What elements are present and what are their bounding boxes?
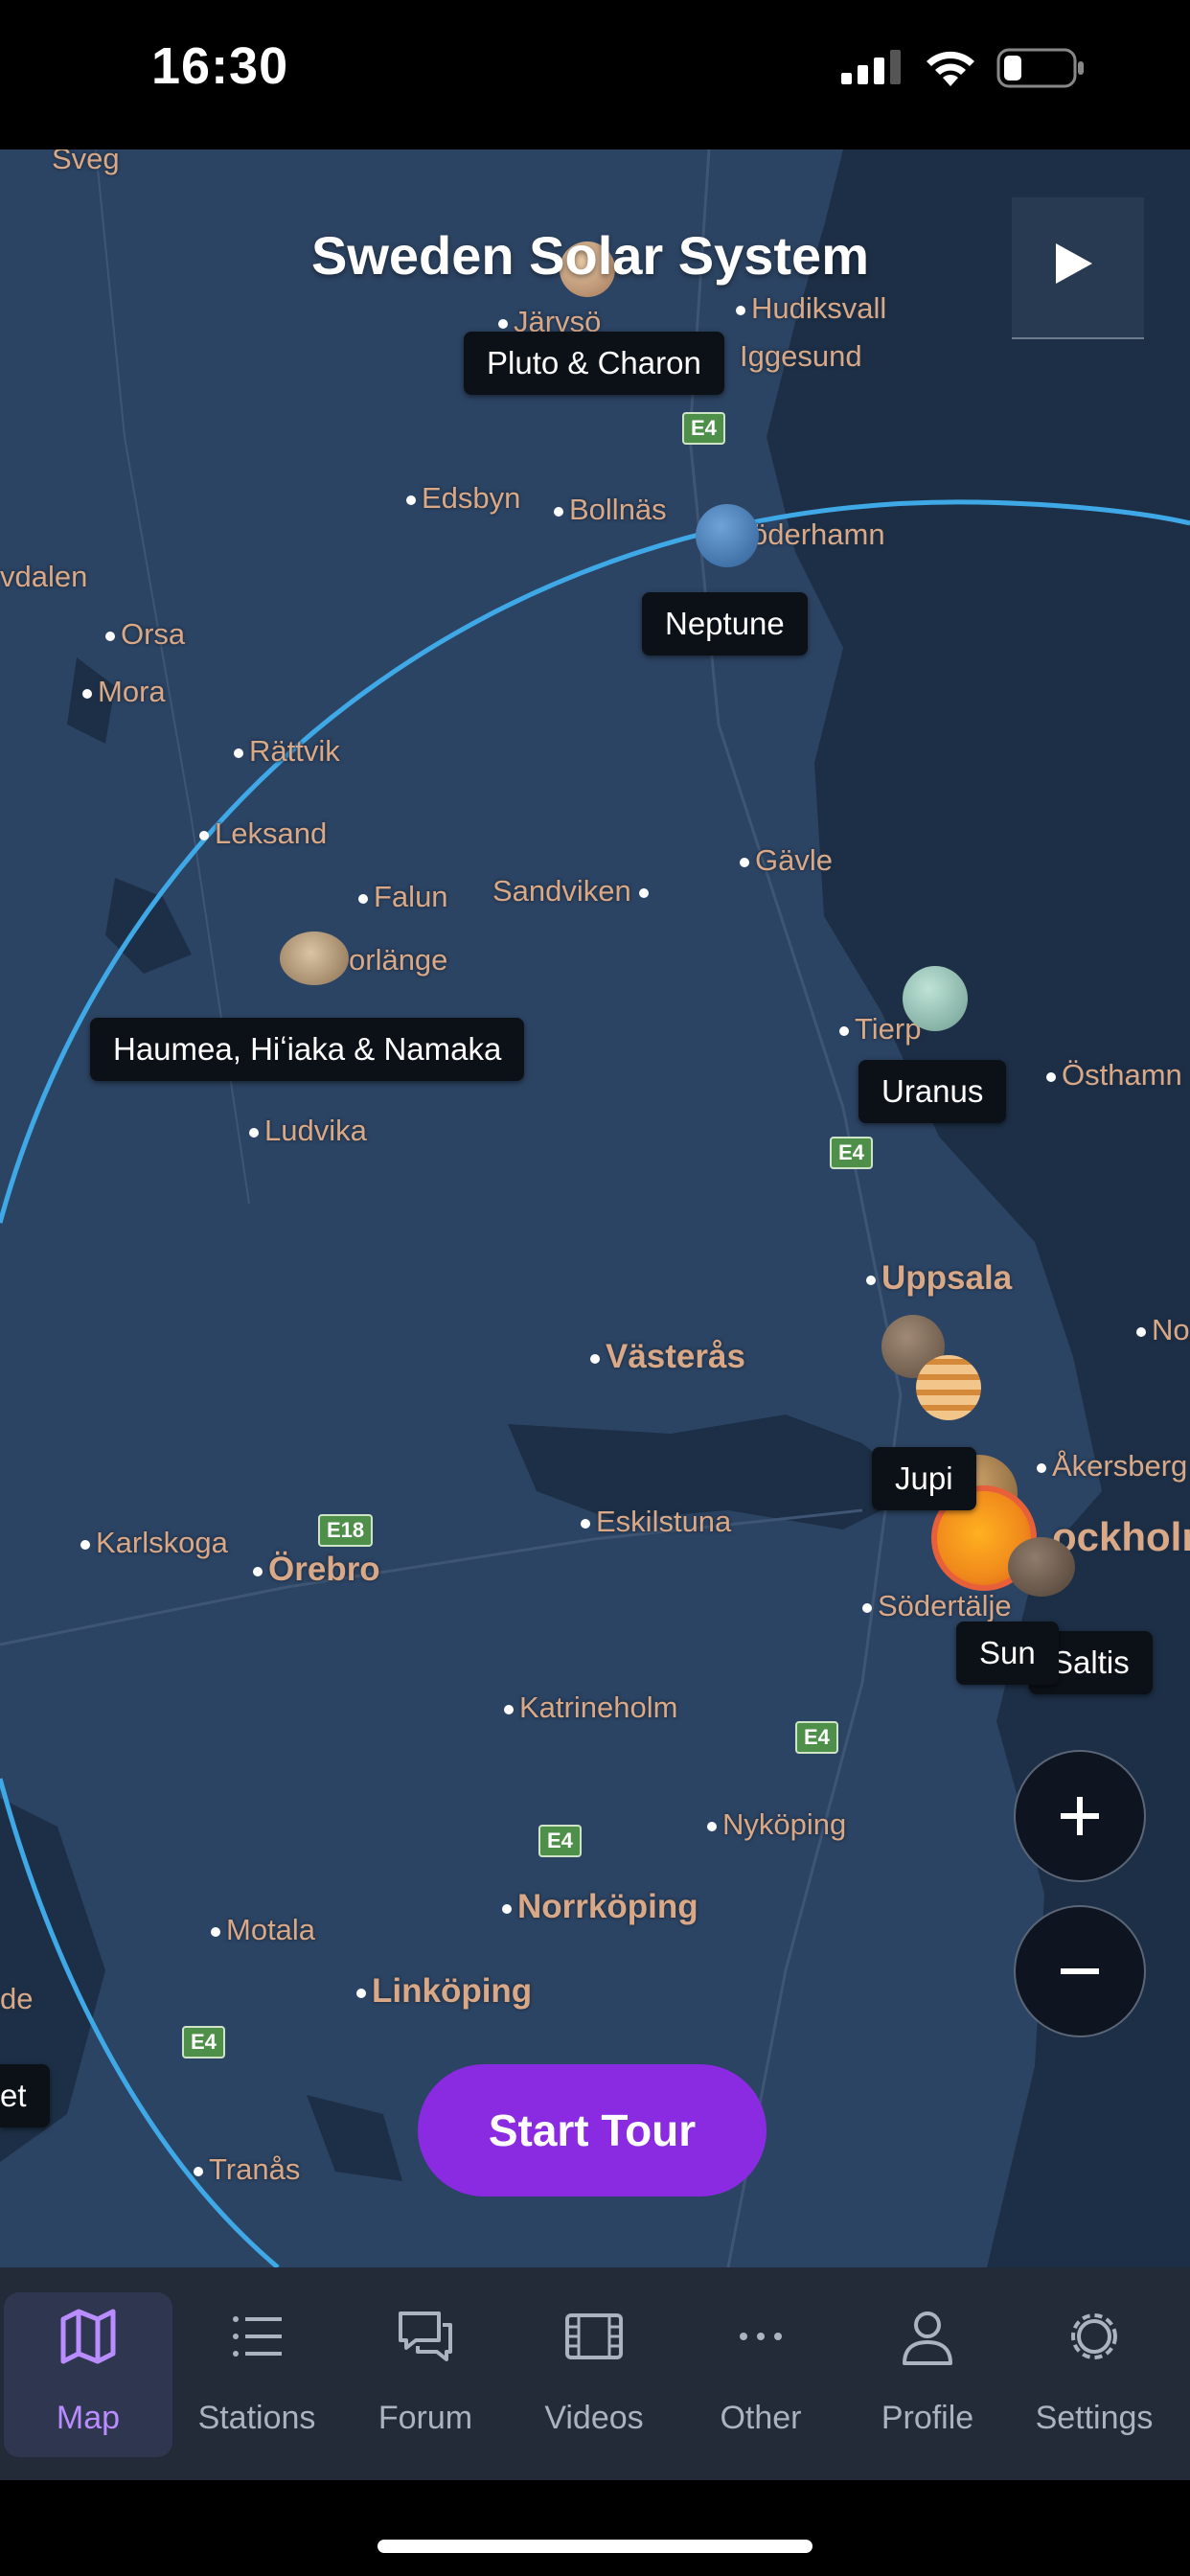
- map-title: Sweden Solar System: [310, 225, 869, 286]
- tab-forum[interactable]: Forum: [341, 2292, 510, 2457]
- uranus-label[interactable]: Uranus: [858, 1060, 1007, 1123]
- pluto-label[interactable]: Pluto & Charon: [464, 332, 724, 395]
- road-shield-e4: E4: [682, 412, 725, 445]
- tab-label: Videos: [544, 2400, 644, 2436]
- map-view[interactable]: Sveg Järvsö Hudiksvall Iggesund Edsbyn B…: [0, 150, 1190, 2267]
- list-icon: [233, 2316, 282, 2357]
- gear-icon: [1071, 2313, 1117, 2359]
- place-orebro: Örebro: [253, 1551, 380, 1589]
- place-norr: No: [1136, 1313, 1190, 1347]
- status-bar: 16:30: [0, 0, 1190, 150]
- place-linkoping: Linköping: [356, 1972, 532, 2011]
- place-norrkoping: Norrköping: [502, 1888, 698, 1926]
- zoom-in-button[interactable]: [1014, 1750, 1146, 1882]
- haumea-label[interactable]: Haumea, Hiʻiaka & Namaka: [90, 1018, 525, 1081]
- place-edsbyn: Edsbyn: [406, 481, 520, 516]
- road-shield-e18: E18: [318, 1514, 374, 1547]
- place-vdalen: vdalen: [0, 560, 88, 593]
- haumea-planet[interactable]: [280, 932, 349, 985]
- road-shield-e4: E4: [795, 1721, 838, 1754]
- road-shield-e4: E4: [182, 2026, 225, 2058]
- map-icon: [60, 2309, 116, 2364]
- tab-label: Profile: [881, 2400, 974, 2436]
- tab-label: Map: [56, 2400, 121, 2436]
- chat-icon: [399, 2312, 452, 2361]
- place-soderhamn: öderhamn: [751, 518, 885, 551]
- place-motala: Motala: [211, 1913, 315, 1947]
- tab-label: Settings: [1035, 2400, 1154, 2436]
- status-time: 16:30: [151, 37, 289, 95]
- place-de: de: [0, 1982, 34, 2015]
- jupiter-planet[interactable]: [916, 1355, 981, 1420]
- place-osthammar: Östhamn: [1046, 1058, 1182, 1092]
- home-area: [0, 2480, 1190, 2576]
- tab-settings[interactable]: Settings: [1010, 2292, 1179, 2457]
- play-button[interactable]: [1012, 197, 1144, 339]
- place-sveg: Sveg: [52, 150, 120, 175]
- place-iggesund: Iggesund: [740, 339, 862, 373]
- person-icon: [903, 2312, 952, 2365]
- place-karlskoga: Karlskoga: [80, 1526, 228, 1560]
- place-nykoping: Nyköping: [707, 1807, 846, 1842]
- tab-label: Other: [720, 2400, 802, 2436]
- place-sandviken: Sandviken: [492, 874, 654, 908]
- road-shield-e4: E4: [538, 1825, 582, 1857]
- place-rattvik: Rättvik: [234, 734, 340, 769]
- saltis-asteroid[interactable]: [1008, 1537, 1075, 1597]
- place-tranas: Tranås: [194, 2152, 300, 2187]
- neptune-planet[interactable]: [696, 504, 759, 567]
- edge-label[interactable]: et: [0, 2064, 50, 2128]
- place-mora: Mora: [82, 675, 166, 709]
- place-bollnas: Bollnäs: [554, 493, 667, 527]
- place-borlange: orlänge: [349, 943, 448, 977]
- place-uppsala: Uppsala: [866, 1259, 1012, 1298]
- plus-icon: [1061, 1797, 1099, 1835]
- map-base: [0, 150, 1190, 2267]
- tab-bar: Map Stations Forum Videos Other Profile …: [0, 2267, 1190, 2480]
- film-icon: [565, 2313, 623, 2359]
- neptune-label[interactable]: Neptune: [642, 592, 808, 656]
- place-stockholm: ockholm: [1052, 1514, 1190, 1559]
- place-eskilstuna: Eskilstuna: [581, 1505, 731, 1539]
- road-shield-e4: E4: [830, 1137, 873, 1169]
- place-katrineholm: Katrineholm: [504, 1690, 677, 1725]
- place-sodertalje: Södertälje: [862, 1589, 1012, 1623]
- minus-icon: [1061, 1968, 1099, 1974]
- tab-label: Forum: [378, 2400, 473, 2436]
- home-indicator[interactable]: [378, 2540, 812, 2553]
- sun-label[interactable]: Sun: [956, 1622, 1059, 1685]
- place-ludvika: Ludvika: [249, 1114, 367, 1148]
- wifi-icon: [927, 51, 974, 86]
- place-vasteras: Västerås: [590, 1338, 745, 1376]
- tab-profile[interactable]: Profile: [843, 2292, 1012, 2457]
- tab-map[interactable]: Map: [4, 2292, 172, 2457]
- more-icon: [740, 2333, 782, 2340]
- jupiter-label[interactable]: Jupi: [872, 1447, 976, 1510]
- tab-videos[interactable]: Videos: [510, 2292, 678, 2457]
- place-orsa: Orsa: [105, 617, 185, 652]
- tab-stations[interactable]: Stations: [172, 2292, 341, 2457]
- zoom-out-button[interactable]: [1014, 1905, 1146, 2037]
- cellular-signal-icon: [841, 50, 901, 84]
- place-akersberga: Åkersberg: [1037, 1449, 1187, 1484]
- start-tour-button[interactable]: Start Tour: [418, 2064, 767, 2196]
- place-leksand: Leksand: [199, 816, 327, 851]
- play-icon: [1056, 243, 1092, 284]
- place-falun: Falun: [358, 880, 448, 914]
- tab-other[interactable]: Other: [676, 2292, 845, 2457]
- uranus-planet[interactable]: [903, 966, 968, 1031]
- tab-label: Stations: [197, 2400, 316, 2436]
- place-gavle: Gävle: [740, 843, 833, 878]
- battery-icon: [996, 48, 1084, 88]
- place-hudiksvall: Hudiksvall: [736, 291, 886, 326]
